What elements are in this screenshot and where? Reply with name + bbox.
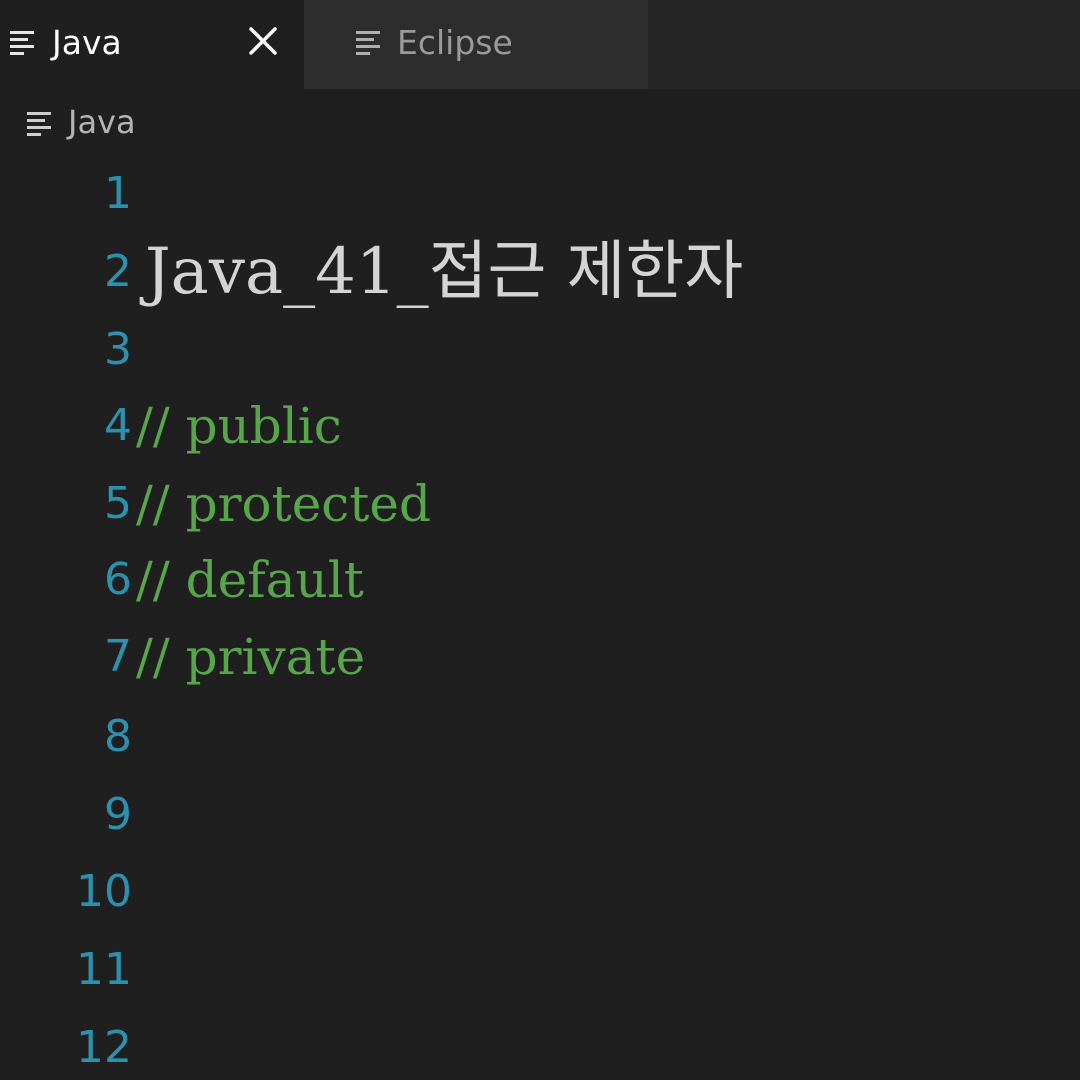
line-text-comment: // protected	[136, 475, 431, 533]
line-number: 9	[104, 789, 132, 840]
tab-java[interactable]: Java	[0, 0, 304, 89]
line-number: 7	[104, 631, 132, 682]
code-line: 9	[0, 776, 1080, 854]
line-number: 1	[104, 168, 132, 219]
tab-label: Eclipse	[397, 23, 513, 62]
breadcrumb-label: Java	[68, 103, 136, 141]
line-number: 4	[104, 400, 132, 451]
line-number: 11	[76, 944, 132, 995]
text-lines-icon	[27, 112, 51, 136]
tab-label: Java	[52, 23, 122, 62]
code-line: 4 // public	[0, 387, 1080, 465]
line-text-comment: // private	[136, 628, 366, 686]
line-number: 10	[76, 866, 132, 917]
line-number: 12	[76, 1022, 132, 1073]
line-number: 8	[104, 711, 132, 762]
code-line: 2 Java_41_접근 제한자	[0, 233, 1080, 311]
line-number: 5	[104, 478, 132, 529]
line-text-title: Java_41_접근 제한자	[145, 235, 744, 309]
close-icon[interactable]	[244, 22, 282, 60]
line-number: 2	[104, 246, 132, 297]
line-number: 6	[104, 554, 132, 605]
code-line: 7 // private	[0, 618, 1080, 696]
code-line: 8	[0, 698, 1080, 776]
text-lines-icon	[356, 31, 380, 55]
code-line: 3	[0, 311, 1080, 389]
code-editor[interactable]: 1 2 Java_41_접근 제한자 3 4 // public 5 // pr…	[0, 155, 1080, 1080]
tab-eclipse[interactable]: Eclipse	[304, 0, 648, 89]
code-line: 5 // protected	[0, 465, 1080, 543]
line-text-comment: // public	[136, 397, 342, 455]
tab-bar: Java Eclipse	[0, 0, 1080, 89]
code-line: 12	[0, 1009, 1080, 1080]
code-line: 1	[0, 155, 1080, 233]
line-number: 3	[104, 324, 132, 375]
code-line: 10	[0, 853, 1080, 931]
line-text-comment: // default	[136, 551, 364, 609]
code-line: 6 // default	[0, 541, 1080, 619]
text-lines-icon	[10, 31, 34, 55]
code-line: 11	[0, 931, 1080, 1009]
